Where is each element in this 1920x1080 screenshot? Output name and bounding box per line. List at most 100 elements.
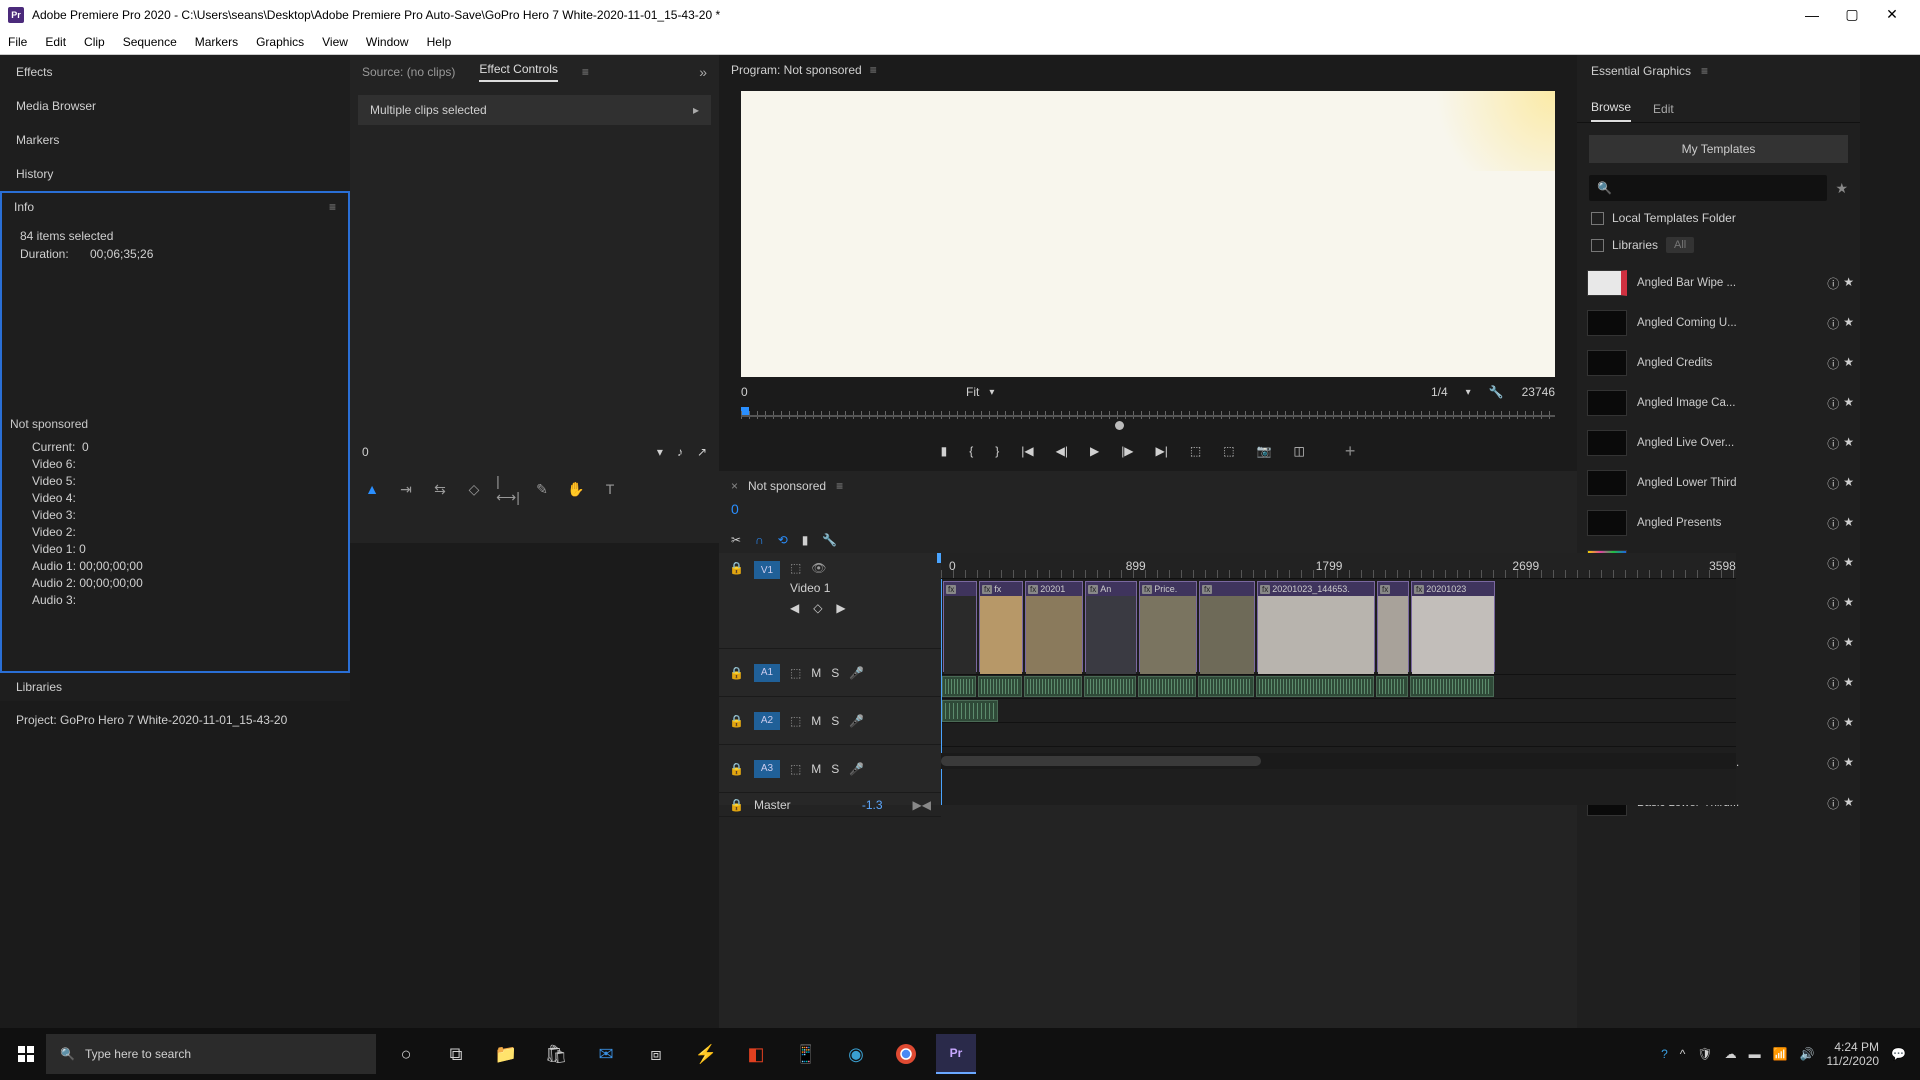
system-clock[interactable]: 4:24 PM 11/2/2020 xyxy=(1827,1040,1880,1068)
phone-icon[interactable]: 📱 xyxy=(786,1034,826,1074)
voice-over-icon[interactable]: 🎤 xyxy=(849,666,864,680)
close-button[interactable]: ✕ xyxy=(1872,0,1912,29)
info-icon[interactable]: ⓘ xyxy=(1827,715,1839,732)
add-keyframe-icon[interactable]: ◇ xyxy=(813,601,822,615)
info-icon[interactable]: ⓘ xyxy=(1827,275,1839,292)
ripple-edit-tool-icon[interactable]: ⇆ xyxy=(430,479,450,499)
extract-icon[interactable]: ⬚ xyxy=(1223,444,1234,458)
favorite-star-icon[interactable]: ★ xyxy=(1843,795,1854,812)
eg-tab-edit[interactable]: Edit xyxy=(1653,102,1674,122)
voice-over-icon[interactable]: 🎤 xyxy=(849,762,864,776)
menu-sequence[interactable]: Sequence xyxy=(123,35,177,49)
track-header-a1[interactable]: 🔒 A1 ⬚ M S 🎤 xyxy=(719,649,941,697)
favorite-star-icon[interactable]: ★ xyxy=(1843,635,1854,652)
video-track-v1[interactable]: fxfxfxfx20201fxAnfxPrice.fxfx20201023_14… xyxy=(941,579,1736,675)
menu-window[interactable]: Window xyxy=(366,35,409,49)
eg-tab-browse[interactable]: Browse xyxy=(1591,100,1631,122)
prev-keyframe-icon[interactable]: ◀ xyxy=(790,601,799,615)
favorite-star-icon[interactable]: ★ xyxy=(1843,755,1854,772)
audio-track-a2[interactable] xyxy=(941,699,1736,723)
audio-clip[interactable] xyxy=(1256,676,1374,697)
sync-lock-icon[interactable]: ⬚ xyxy=(790,714,801,728)
template-item[interactable]: Angled Coming U...ⓘ★ xyxy=(1587,303,1854,343)
track-header-a2[interactable]: 🔒 A2 ⬚ M S 🎤 xyxy=(719,697,941,745)
app-icon[interactable]: ⚡ xyxy=(686,1034,726,1074)
tab-libraries[interactable]: Libraries xyxy=(0,673,350,701)
v1-target[interactable]: V1 xyxy=(754,561,780,579)
nest-icon[interactable]: ✂ xyxy=(731,533,741,547)
sync-lock-icon[interactable]: ⬚ xyxy=(790,762,801,776)
master-gain[interactable]: -1.3 xyxy=(862,798,883,812)
favorite-star-icon[interactable]: ★ xyxy=(1843,595,1854,612)
playback-res-dropdown[interactable]: 1/4 xyxy=(1431,385,1448,399)
chrome-browser-icon[interactable] xyxy=(886,1034,926,1074)
solo-button[interactable]: S xyxy=(831,714,839,728)
premiere-pro-icon[interactable]: Pr xyxy=(936,1034,976,1074)
cortana-icon[interactable]: ○ xyxy=(386,1034,426,1074)
eg-panel-menu-icon[interactable]: ≡ xyxy=(1701,64,1708,78)
add-marker-icon[interactable]: ▮ xyxy=(941,444,948,458)
toggle-track-output-icon[interactable]: 👁 xyxy=(811,561,826,575)
export-frame-icon[interactable]: 📷 xyxy=(1257,444,1272,458)
type-tool-icon[interactable]: T xyxy=(600,479,620,499)
menu-view[interactable]: View xyxy=(322,35,348,49)
info-icon[interactable]: ⓘ xyxy=(1827,315,1839,332)
audio-clip[interactable] xyxy=(1410,676,1494,697)
track-header-v1[interactable]: 🔒 V1 ⬚ 👁 Video 1 ◀ ◇ xyxy=(719,553,941,649)
info-icon[interactable]: ⓘ xyxy=(1827,435,1839,452)
timeline-scrollbar[interactable] xyxy=(941,753,1736,769)
local-templates-checkbox[interactable]: Local Templates Folder xyxy=(1591,211,1846,225)
tab-effects[interactable]: Effects xyxy=(0,55,350,89)
template-item[interactable]: Angled Bar Wipe ...ⓘ★ xyxy=(1587,263,1854,303)
audio-clip[interactable] xyxy=(1084,676,1136,697)
info-icon[interactable]: ⓘ xyxy=(1827,515,1839,532)
chevron-up-tray-icon[interactable]: ^ xyxy=(1680,1047,1686,1061)
notifications-tray-icon[interactable]: 💬 xyxy=(1891,1047,1906,1061)
voice-over-icon[interactable]: 🎤 xyxy=(849,714,864,728)
help-tray-icon[interactable]: ? xyxy=(1661,1047,1668,1061)
audio-track-a1[interactable] xyxy=(941,675,1736,699)
track-select-tool-icon[interactable]: ⇥ xyxy=(396,479,416,499)
menu-help[interactable]: Help xyxy=(427,35,452,49)
info-panel-menu-icon[interactable]: ≡ xyxy=(329,200,336,214)
video-clip[interactable]: fx xyxy=(943,581,977,672)
favorites-filter-icon[interactable]: ★ xyxy=(1835,180,1848,197)
tab-history[interactable]: History xyxy=(0,157,350,191)
program-tab-label[interactable]: Program: Not sponsored xyxy=(731,63,862,77)
info-icon[interactable]: ⓘ xyxy=(1827,395,1839,412)
mute-button[interactable]: M xyxy=(811,714,821,728)
timeline-ruler[interactable]: 0 899 1799 2699 3598 xyxy=(941,553,1736,579)
dropbox-icon[interactable]: ⧈ xyxy=(636,1034,676,1074)
program-panel-menu-icon[interactable]: ≡ xyxy=(870,63,877,77)
security-tray-icon[interactable]: 🛡 xyxy=(1697,1047,1712,1061)
file-explorer-icon[interactable]: 📁 xyxy=(486,1034,526,1074)
video-clip[interactable]: fx xyxy=(1199,581,1255,672)
wifi-tray-icon[interactable]: 📶 xyxy=(1773,1047,1788,1061)
tab-source[interactable]: Source: (no clips) xyxy=(362,65,455,79)
lock-icon[interactable]: 🔒 xyxy=(729,666,744,680)
libraries-dropdown[interactable]: All xyxy=(1666,237,1694,253)
info-icon[interactable]: ⓘ xyxy=(1827,475,1839,492)
lock-icon[interactable]: 🔒 xyxy=(729,798,744,812)
mark-out-icon[interactable]: } xyxy=(995,444,999,458)
mute-button[interactable]: M xyxy=(811,666,821,680)
expand-icon[interactable]: ▶◀ xyxy=(913,798,931,812)
libraries-checkbox[interactable]: Libraries All xyxy=(1591,237,1846,253)
lock-icon[interactable]: 🔒 xyxy=(729,561,744,575)
next-keyframe-icon[interactable]: ▶ xyxy=(836,601,845,615)
rate-stretch-tool-icon[interactable]: ◇ xyxy=(464,479,484,499)
menu-file[interactable]: File xyxy=(8,35,27,49)
a1-target[interactable]: A1 xyxy=(754,664,780,682)
favorite-star-icon[interactable]: ★ xyxy=(1843,515,1854,532)
lift-icon[interactable]: ⬚ xyxy=(1190,444,1201,458)
wrench-icon[interactable]: 🔧 xyxy=(1489,385,1504,399)
template-item[interactable]: Angled Lower Thirdⓘ★ xyxy=(1587,463,1854,503)
video-clip[interactable]: fx20201023 xyxy=(1411,581,1495,672)
play-icon[interactable]: ▶ xyxy=(1090,444,1099,458)
taskbar-search[interactable]: 🔍 Type here to search xyxy=(46,1034,376,1074)
audio-clip[interactable] xyxy=(942,676,976,697)
favorite-star-icon[interactable]: ★ xyxy=(1843,715,1854,732)
audio-clip[interactable] xyxy=(978,676,1022,697)
volume-tray-icon[interactable]: 🔊 xyxy=(1800,1047,1815,1061)
video-clip[interactable]: fxAn xyxy=(1085,581,1137,672)
